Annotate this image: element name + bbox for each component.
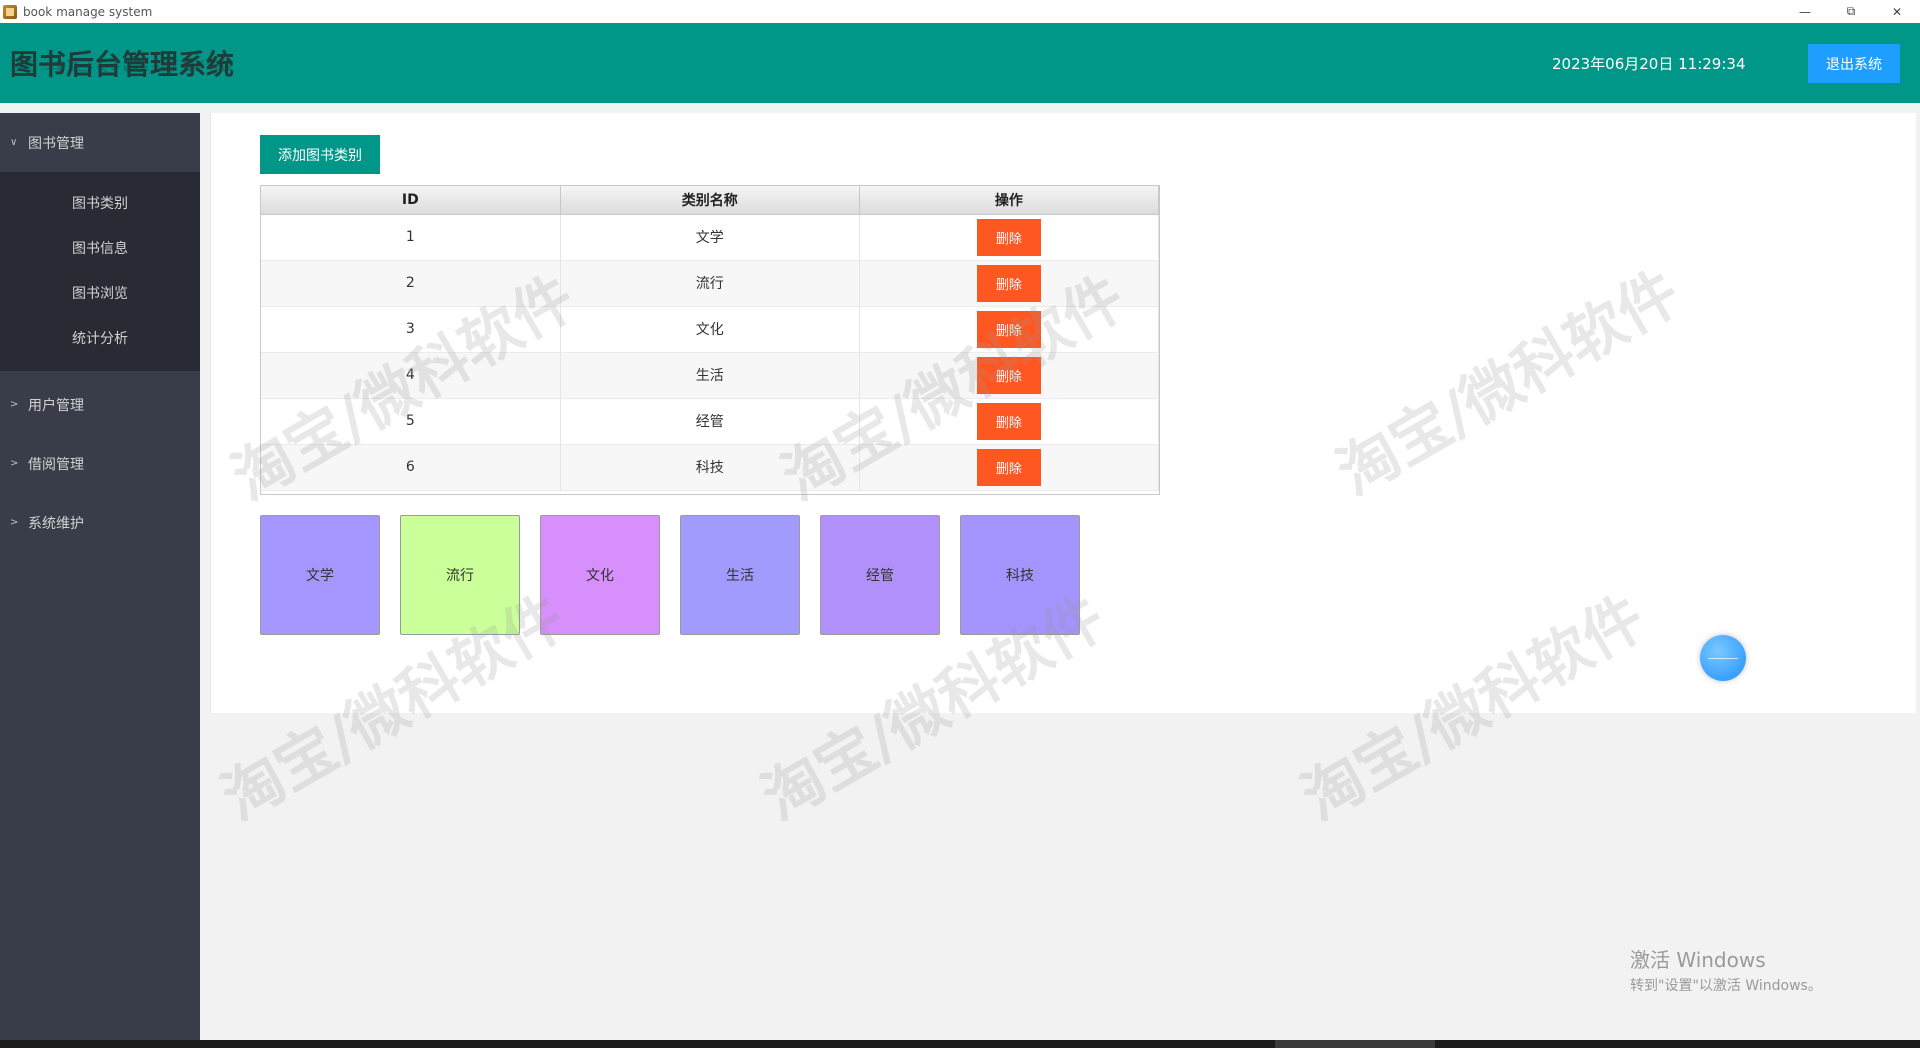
chevron-down-icon: ∨ — [10, 137, 18, 148]
table-row[interactable]: 4 生活 删除 — [261, 352, 1159, 399]
cell-action: 删除 — [859, 444, 1159, 491]
cell-name: 流行 — [560, 260, 860, 307]
sidebar-group-label: 系统维护 — [28, 515, 84, 532]
cell-name: 文化 — [560, 306, 860, 353]
cell-id: 4 — [261, 352, 561, 399]
app-header: 图书后台管理系统 图书后台管理系统 2023年06月20日 11:29:34 退… — [0, 23, 1920, 103]
cell-name: 文学 — [560, 214, 860, 261]
chevron-right-icon: > — [10, 517, 19, 528]
sidebar-item-book-info[interactable]: 图书信息 — [0, 225, 200, 270]
activation-subtitle: 转到"设置"以激活 Windows。 — [1630, 978, 1822, 994]
sidebar-group-book-management[interactable]: ∨ 图书管理 — [0, 113, 200, 172]
sidebar-group-label: 用户管理 — [28, 397, 84, 414]
windows-activation-notice: 激活 Windows 转到"设置"以激活 Windows。 — [1630, 944, 1822, 995]
column-header-name[interactable]: 类别名称 — [560, 186, 860, 215]
category-card[interactable]: 文学 — [260, 515, 380, 635]
table-row[interactable]: 5 经管 删除 — [261, 398, 1159, 445]
delete-button[interactable]: 删除 — [976, 356, 1041, 394]
current-datetime: 2023年06月20日 11:29:34 — [1552, 55, 1746, 73]
sidebar-group-system-maintenance[interactable]: > 系统维护 — [0, 493, 200, 552]
category-card[interactable]: 文化 — [540, 515, 660, 635]
table-header-row: ID 类别名称 操作 — [261, 186, 1159, 215]
cell-action: 删除 — [859, 306, 1159, 353]
table-row[interactable]: 3 文化 删除 — [261, 306, 1159, 353]
cell-id: 5 — [261, 398, 561, 445]
sidebar-item-statistics[interactable]: 统计分析 — [0, 315, 200, 360]
activation-title: 激活 Windows — [1630, 948, 1766, 972]
sidebar-group-user-management[interactable]: > 用户管理 — [0, 375, 200, 434]
sidebar-item-book-category[interactable]: 图书类别 — [0, 180, 200, 225]
table-row[interactable]: 2 流行 删除 — [261, 260, 1159, 307]
os-taskbar — [0, 1040, 1920, 1048]
table-row[interactable]: 6 科技 删除 — [261, 444, 1159, 491]
sidebar-group-label: 借阅管理 — [28, 456, 84, 473]
delete-button[interactable]: 删除 — [976, 264, 1041, 302]
floating-assistant-button[interactable] — [1700, 635, 1746, 681]
cell-action: 删除 — [859, 398, 1159, 445]
header-divider — [0, 103, 1920, 113]
taskbar-active-item[interactable] — [1275, 1040, 1435, 1048]
logout-button[interactable]: 退出系统 — [1808, 44, 1900, 83]
category-card[interactable]: 流行 — [400, 515, 520, 635]
sidebar-nav: ∨ 图书管理 图书类别 图书信息 图书浏览 统计分析 > 用户管理 > 借阅管理… — [0, 113, 200, 1048]
sidebar-group-label: 图书管理 — [28, 135, 84, 152]
cell-id: 6 — [261, 444, 561, 491]
cell-action: 删除 — [859, 352, 1159, 399]
cell-id: 3 — [261, 306, 561, 353]
sidebar-group-borrow-management[interactable]: > 借阅管理 — [0, 434, 200, 493]
column-header-id[interactable]: ID — [261, 186, 561, 215]
delete-button[interactable]: 删除 — [976, 402, 1041, 440]
delete-button[interactable]: 删除 — [976, 448, 1041, 486]
category-card[interactable]: 科技 — [960, 515, 1080, 635]
chevron-right-icon: > — [10, 458, 19, 469]
window-controls: — ⧉ ✕ — [1782, 0, 1920, 23]
cell-name: 生活 — [560, 352, 860, 399]
category-cards: 文学 流行 文化 生活 经管 科技 — [260, 515, 1100, 635]
sidebar-item-book-browse[interactable]: 图书浏览 — [0, 270, 200, 315]
minimize-icon[interactable]: — — [1782, 0, 1828, 23]
close-icon[interactable]: ✕ — [1874, 0, 1920, 23]
category-table: ID 类别名称 操作 1 文学 删除 2 流行 删除 3 文化 删除 4 生活 … — [260, 185, 1160, 495]
add-category-button[interactable]: 添加图书类别 — [260, 135, 380, 174]
delete-button[interactable]: 删除 — [976, 218, 1041, 256]
chevron-right-icon: > — [10, 399, 19, 410]
cell-name: 科技 — [560, 444, 860, 491]
window-titlebar: book manage system — ⧉ ✕ — [0, 0, 1920, 23]
cell-name: 经管 — [560, 398, 860, 445]
system-title-reflection: 图书后台管理系统 — [10, 57, 235, 73]
app-icon — [3, 4, 17, 19]
delete-button[interactable]: 删除 — [976, 310, 1041, 348]
window-title: book manage system — [23, 4, 153, 19]
restore-icon[interactable]: ⧉ — [1828, 0, 1874, 23]
category-card[interactable]: 经管 — [820, 515, 940, 635]
category-card[interactable]: 生活 — [680, 515, 800, 635]
cell-action: 删除 — [859, 214, 1159, 261]
sidebar-submenu: 图书类别 图书信息 图书浏览 统计分析 — [0, 172, 200, 371]
cell-id: 2 — [261, 260, 561, 307]
table-row[interactable]: 1 文学 删除 — [261, 214, 1159, 261]
cell-id: 1 — [261, 214, 561, 261]
column-header-action[interactable]: 操作 — [859, 186, 1159, 215]
cell-action: 删除 — [859, 260, 1159, 307]
